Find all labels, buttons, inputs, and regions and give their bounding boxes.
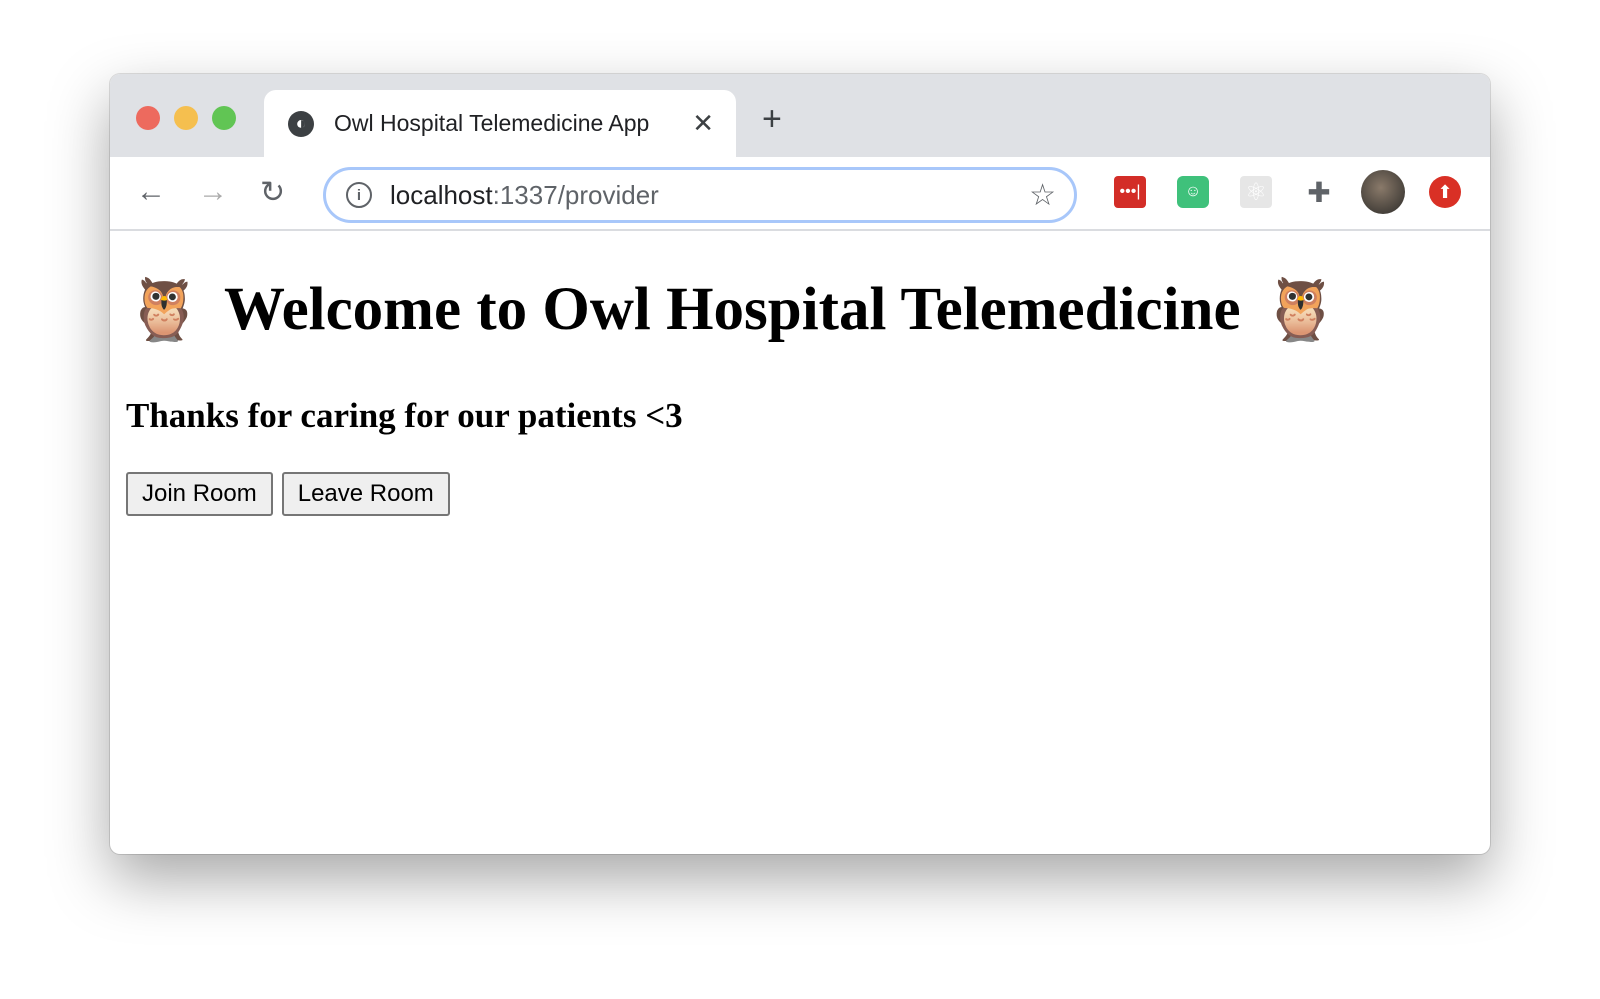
join-room-button[interactable]: Join Room [126,472,273,516]
close-tab-icon[interactable]: ✕ [692,108,714,139]
extensions-puzzle-icon[interactable]: ✚ [1303,176,1335,208]
toolbar: ← → ↻ i localhost:1337/provider ☆ •••| ☺… [110,157,1490,231]
bookmark-star-icon[interactable]: ☆ [1029,178,1056,213]
address-bar[interactable]: i localhost:1337/provider ☆ [323,167,1077,223]
subheading: Thanks for caring for our patients <3 [126,396,683,435]
react-devtools-icon[interactable]: ⚛ [1240,176,1272,208]
new-tab-button[interactable]: + [762,100,782,139]
reload-icon[interactable]: ↻ [260,175,285,210]
maximize-window-button[interactable] [212,106,236,130]
update-icon[interactable]: ⬆ [1429,176,1461,208]
forward-icon[interactable]: → [198,175,228,209]
page-title: 🦉 Welcome to Owl Hospital Telemedicine 🦉 [126,273,1474,346]
url-host: localhost [390,179,493,210]
owl-icon: 🦉 [1262,277,1339,344]
globe-icon: ◐ [288,110,314,137]
bitmoji-icon[interactable]: ☺ [1177,176,1209,208]
browser-tab[interactable]: ◐ Owl Hospital Telemedicine App ✕ [264,90,736,157]
lastpass-icon[interactable]: •••| [1114,176,1146,208]
url-path: :1337/provider [492,179,659,210]
heading-text: Welcome to Owl Hospital Telemedicine [223,275,1241,343]
info-icon[interactable]: i [346,182,372,208]
minimize-window-button[interactable] [174,106,198,130]
back-icon[interactable]: ← [136,175,166,209]
tab-bar: ◐ Owl Hospital Telemedicine App ✕ + [110,74,1490,157]
owl-icon: 🦉 [126,277,202,344]
close-window-button[interactable] [136,106,160,130]
tab-title: Owl Hospital Telemedicine App [334,110,650,136]
browser-window: ◐ Owl Hospital Telemedicine App ✕ + ← → … [110,74,1490,854]
profile-avatar[interactable] [1361,170,1405,214]
url-text: localhost:1337/provider [390,180,659,211]
leave-room-button[interactable]: Leave Room [281,472,450,516]
page-content: 🦉 Welcome to Owl Hospital Telemedicine 🦉 T… [110,273,1490,516]
